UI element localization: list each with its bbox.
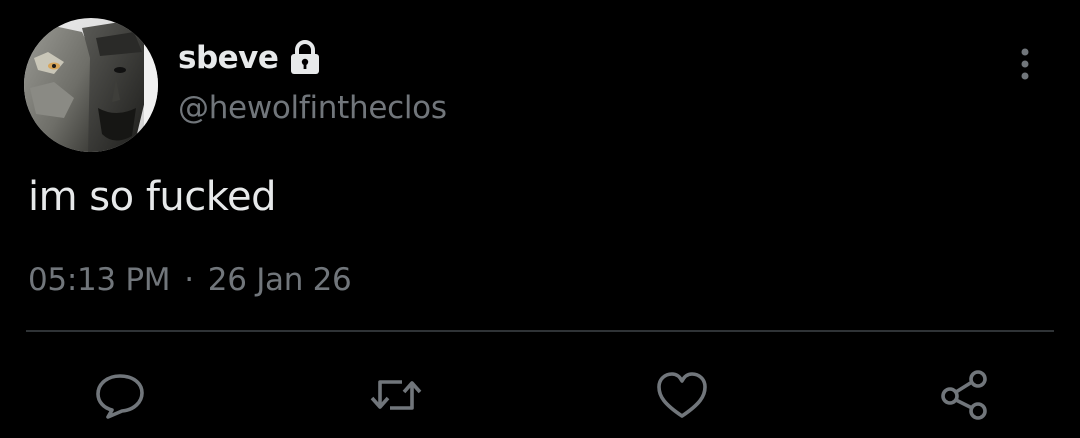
tweet-date: 26 Jan 26: [207, 262, 352, 298]
reply-button[interactable]: [92, 370, 148, 420]
tweet-card: sbeve @hewolfintheclos im so fucked 05:1…: [0, 0, 1080, 438]
display-name[interactable]: sbeve: [178, 40, 279, 76]
reply-icon: [92, 370, 148, 420]
like-button[interactable]: [654, 370, 710, 420]
more-options-icon[interactable]: [1008, 46, 1042, 86]
share-button[interactable]: [938, 370, 994, 420]
retweet-icon: [368, 370, 424, 420]
display-name-row: sbeve: [178, 36, 322, 80]
user-handle[interactable]: @hewolfintheclos: [178, 90, 447, 126]
avatar[interactable]: [24, 18, 158, 152]
divider: [26, 330, 1054, 332]
lock-icon: [288, 40, 322, 76]
timestamp-row[interactable]: 05:13 PM · 26 Jan 26: [28, 262, 352, 298]
tweet-time: 05:13 PM: [28, 262, 171, 298]
avatar-image: [24, 18, 158, 152]
like-icon: [654, 370, 710, 420]
timestamp-separator: ·: [184, 262, 194, 298]
tweet-text: im so fucked: [28, 174, 276, 220]
retweet-button[interactable]: [368, 370, 424, 420]
share-icon: [938, 370, 994, 420]
